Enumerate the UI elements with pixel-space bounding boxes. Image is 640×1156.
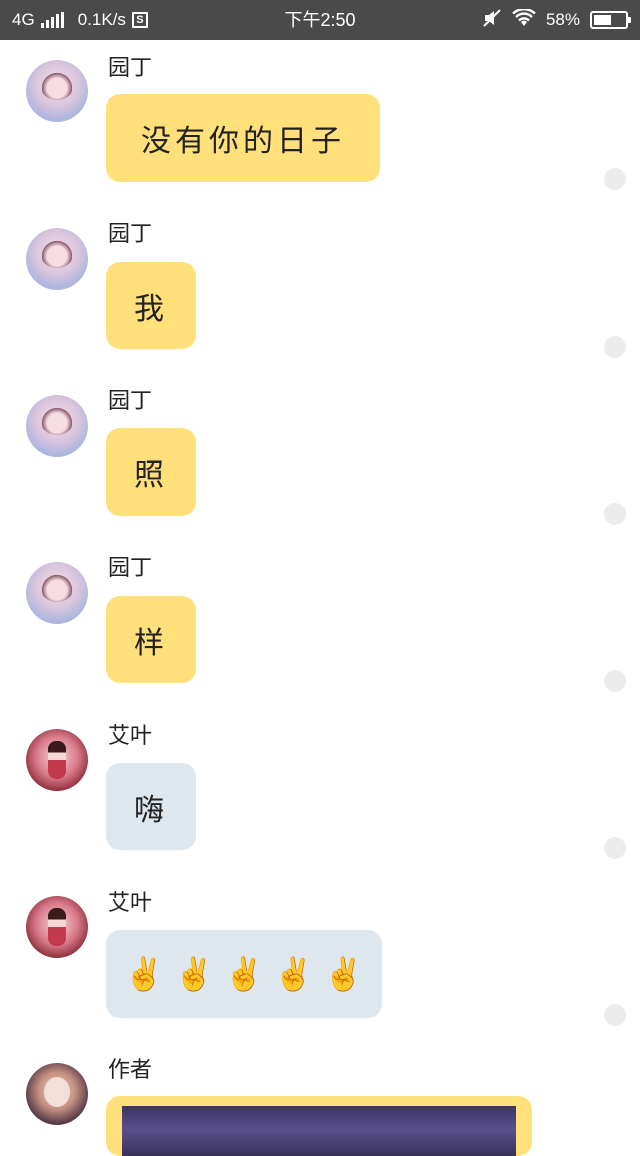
sender-name: 作者 [108, 1058, 153, 1083]
sender-name: 园丁 [108, 389, 153, 414]
message-bubble[interactable]: 嗨 [106, 763, 196, 850]
status-dot [604, 336, 626, 358]
sender-name: 园丁 [108, 556, 153, 581]
victory-hand-emoji: ✌️ [174, 955, 215, 993]
avatar[interactable] [26, 395, 88, 457]
sender-name: 艾叶 [108, 724, 153, 749]
status-dot [604, 503, 626, 525]
image-thumbnail[interactable] [122, 1106, 516, 1156]
message-text: 嗨 [134, 792, 168, 828]
message-bubble[interactable]: 我 [106, 262, 196, 349]
avatar[interactable] [26, 896, 88, 958]
status-dot [604, 837, 626, 859]
status-dot [604, 168, 626, 190]
image-message-bubble[interactable] [106, 1096, 532, 1156]
battery-icon [590, 11, 631, 29]
wifi-icon [512, 7, 536, 32]
sender-name: 园丁 [108, 56, 153, 81]
avatar[interactable] [26, 729, 88, 791]
message-bubble[interactable]: 照 [106, 428, 196, 516]
message-bubble[interactable]: 样 [106, 596, 196, 683]
message-bubble[interactable]: 没有你的日子 [106, 94, 380, 182]
status-dot [604, 1004, 626, 1026]
emoji-row: ✌️ ✌️ ✌️ ✌️ ✌️ [124, 954, 363, 994]
message-text: 样 [134, 625, 168, 661]
status-bar: 4G 0.1K/s S 下午2:50 58% [0, 0, 640, 40]
victory-hand-emoji: ✌️ [273, 955, 314, 993]
message-bubble[interactable]: ✌️ ✌️ ✌️ ✌️ ✌️ [106, 930, 382, 1018]
message-text: 照 [134, 458, 168, 493]
message-text: 我 [134, 291, 168, 327]
sender-name: 艾叶 [108, 891, 153, 916]
sender-name: 园丁 [108, 222, 153, 247]
victory-hand-emoji: ✌️ [323, 955, 364, 993]
mute-icon [482, 8, 502, 33]
victory-hand-emoji: ✌️ [124, 955, 165, 993]
avatar[interactable] [26, 562, 88, 624]
avatar[interactable] [26, 60, 88, 122]
message-text: 没有你的日子 [141, 124, 345, 159]
avatar[interactable] [26, 228, 88, 290]
status-dot [604, 670, 626, 692]
avatar[interactable] [26, 1063, 88, 1125]
battery-percent: 58% [545, 10, 580, 29]
victory-hand-emoji: ✌️ [224, 955, 264, 993]
